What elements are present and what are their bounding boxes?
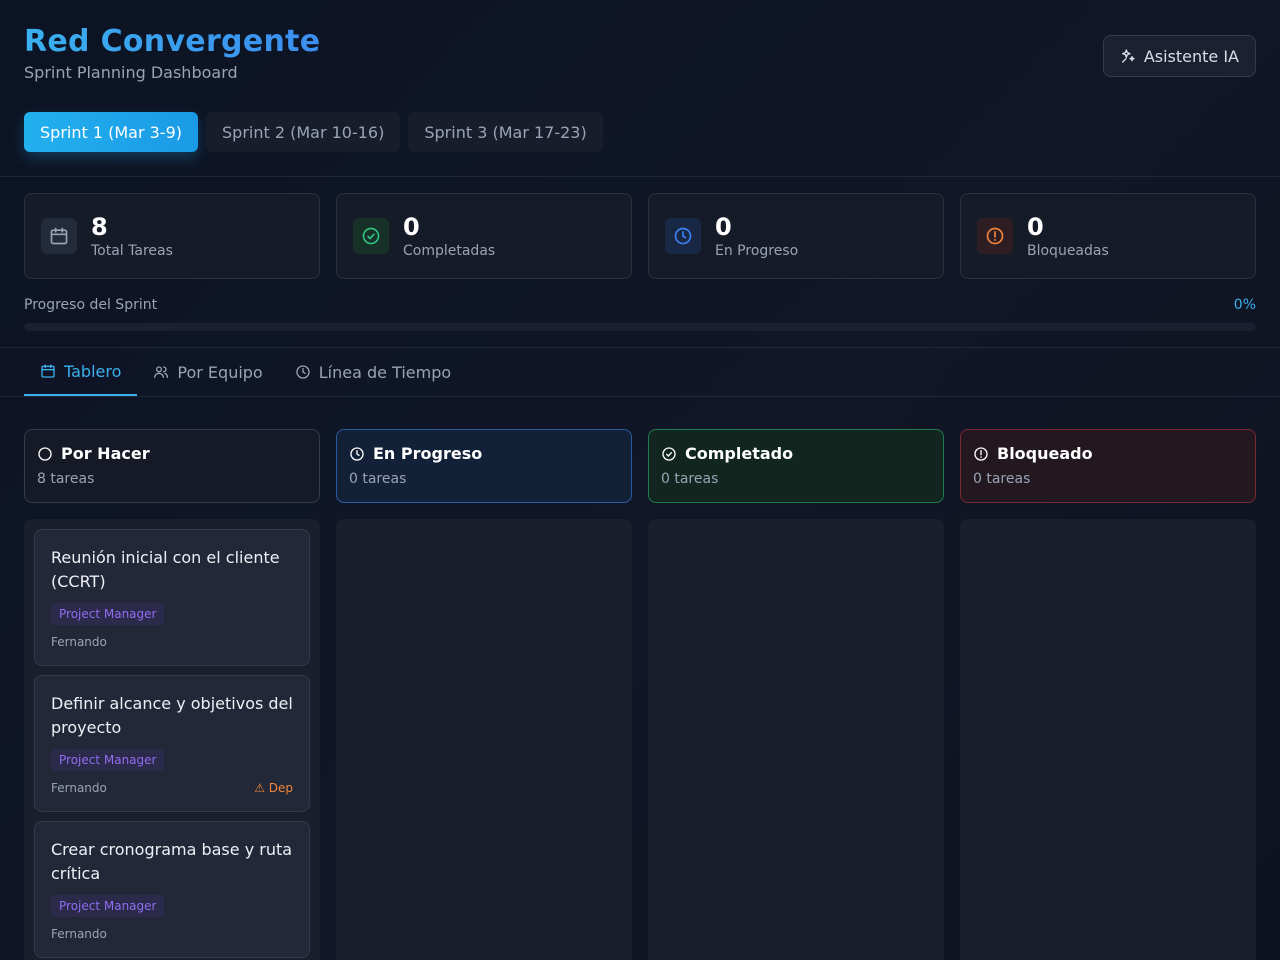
column-en-progreso: En Progreso 0 tareas <box>336 429 632 960</box>
column-body <box>648 519 944 960</box>
role-badge: Project Manager <box>51 749 165 771</box>
task-title: Crear cronograma base y ruta crítica <box>51 840 293 883</box>
task-dependency: ⚠ Dep <box>254 781 293 795</box>
clock-icon <box>350 446 364 461</box>
stat-value: 8 <box>91 213 108 241</box>
sparkles-icon <box>1121 49 1135 63</box>
sprint-progress-bar <box>24 323 1256 331</box>
column-count: 0 tareas <box>661 471 719 487</box>
column-por-hacer: Por Hacer 8 tareas Reunión inicial con e… <box>24 429 320 960</box>
column-count: 8 tareas <box>37 471 95 487</box>
column-body <box>336 519 632 960</box>
check-circle-icon <box>353 218 389 254</box>
stats-row: 8 Total Tareas 0 Completadas 0 En Progre… <box>24 193 1256 279</box>
sprint-progress-label: Progreso del Sprint <box>24 297 158 313</box>
stat-card-blocked: 0 Bloqueadas <box>960 193 1256 279</box>
tab-linea-de-tiempo[interactable]: Línea de Tiempo <box>279 348 467 396</box>
clock-icon <box>665 218 701 254</box>
role-badge: Project Manager <box>51 603 165 625</box>
calendar-icon <box>41 218 77 254</box>
app-title: Red Convergente <box>24 24 321 59</box>
task-card[interactable]: Reunión inicial con el cliente (CCRT) Pr… <box>34 529 310 666</box>
task-card[interactable]: Definir alcance y objetivos del proyecto… <box>34 675 310 812</box>
column-header: En Progreso 0 tareas <box>336 429 632 503</box>
alert-circle-icon <box>977 218 1013 254</box>
column-count: 0 tareas <box>349 471 407 487</box>
task-assignee: Fernando <box>51 927 107 941</box>
column-bloqueado: Bloqueado 0 tareas <box>960 429 1256 960</box>
task-card[interactable]: Crear cronograma base y ruta crítica Pro… <box>34 821 310 958</box>
task-title: Reunión inicial con el cliente (CCRT) <box>51 548 280 591</box>
tab-label: Tablero <box>64 361 122 381</box>
column-title: En Progreso <box>373 444 483 463</box>
sprint-tab-3[interactable]: Sprint 3 (Mar 17-23) <box>408 112 603 152</box>
view-tabs: Tablero Por Equipo Línea de Tiempo <box>24 348 467 396</box>
header-divider <box>0 176 1280 177</box>
stat-value: 0 <box>403 213 420 241</box>
tab-por-equipo[interactable]: Por Equipo <box>137 348 278 396</box>
task-assignee: Fernando <box>51 781 107 795</box>
tab-label: Línea de Tiempo <box>318 362 452 382</box>
alert-circle-icon <box>974 446 988 461</box>
users-icon <box>154 366 169 378</box>
stat-card-completed: 0 Completadas <box>336 193 632 279</box>
stat-card-total: 8 Total Tareas <box>24 193 320 279</box>
stat-label: Bloqueadas <box>1027 243 1109 259</box>
column-body <box>960 519 1256 960</box>
sprint-progress-percent: 0% <box>1233 297 1256 313</box>
stat-value: 0 <box>1027 213 1044 241</box>
column-header: Bloqueado 0 tareas <box>960 429 1256 503</box>
column-title: Por Hacer <box>61 444 150 463</box>
kanban-board: Por Hacer 8 tareas Reunión inicial con e… <box>24 429 1256 960</box>
role-badge: Project Manager <box>51 895 165 917</box>
column-title: Completado <box>685 444 794 463</box>
column-header: Por Hacer 8 tareas <box>24 429 320 503</box>
check-circle-icon <box>662 446 676 461</box>
stat-card-in-progress: 0 En Progreso <box>648 193 944 279</box>
task-assignee: Fernando <box>51 635 107 649</box>
calendar-icon <box>41 364 55 378</box>
column-header: Completado 0 tareas <box>648 429 944 503</box>
sprint-tab-1[interactable]: Sprint 1 (Mar 3-9) <box>24 112 198 152</box>
task-title: Definir alcance y objetivos del proyecto <box>51 694 293 737</box>
ai-assistant-button[interactable]: Asistente IA <box>1102 35 1256 77</box>
ai-assistant-label: Asistente IA <box>1143 46 1239 66</box>
clock-icon <box>296 365 310 379</box>
stat-label: Completadas <box>403 243 496 259</box>
column-count: 0 tareas <box>973 471 1031 487</box>
stat-label: Total Tareas <box>91 243 173 259</box>
sprint-tabs: Sprint 1 (Mar 3-9) Sprint 2 (Mar 10-16) … <box>24 112 603 152</box>
tab-label: Por Equipo <box>177 362 263 382</box>
tab-tablero[interactable]: Tablero <box>24 348 138 396</box>
column-title: Bloqueado <box>997 444 1093 463</box>
column-completado: Completado 0 tareas <box>648 429 944 960</box>
column-body: Reunión inicial con el cliente (CCRT) Pr… <box>24 519 320 960</box>
stat-label: En Progreso <box>715 243 799 259</box>
app-header: Red Convergente Sprint Planning Dashboar… <box>24 24 320 82</box>
tabs-divider <box>0 396 1280 397</box>
stat-value: 0 <box>715 213 732 241</box>
circle-icon <box>38 446 52 461</box>
sprint-tab-2[interactable]: Sprint 2 (Mar 10-16) <box>206 112 401 152</box>
app-subtitle: Sprint Planning Dashboard <box>24 63 238 82</box>
